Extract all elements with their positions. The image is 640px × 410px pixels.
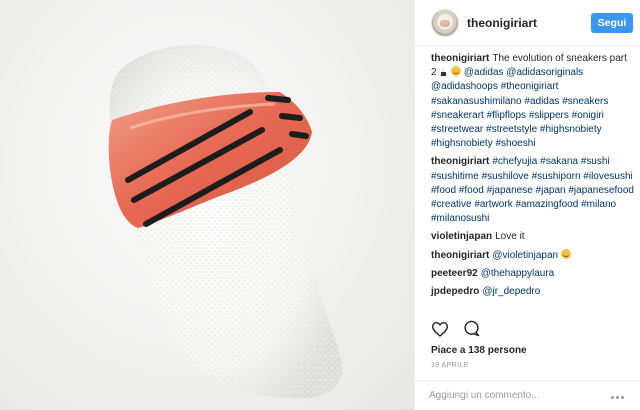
caption-tags[interactable]: @adidas @adidasoriginals @adidashoops #t… — [431, 67, 608, 149]
author-username[interactable]: theonigiriart — [467, 16, 537, 30]
post-sidebar: theonigiriart Segui theonigiriart The evo… — [414, 0, 640, 410]
comment-text[interactable]: @violetinjapan — [492, 250, 558, 261]
add-comment-input[interactable] — [429, 387, 589, 403]
post-header: theonigiriart Segui — [415, 0, 640, 46]
onigiri-emoji — [439, 67, 448, 77]
comment-item: theonigiriart #chefyujia #sakana #sushi #… — [431, 155, 635, 226]
comment-text: Love it — [495, 231, 525, 243]
comment-username[interactable]: jpdepedro — [431, 286, 479, 297]
caption-username[interactable]: theonigiriart — [431, 53, 489, 64]
caption: theonigiriart The evolution of sneakers p… — [431, 52, 635, 151]
comment-icon[interactable] — [463, 320, 480, 342]
comment-item: theonigiriart @violetinjapan — [431, 248, 635, 263]
follow-button[interactable]: Segui — [591, 13, 633, 33]
comment-item: violetinjapan Love it — [431, 230, 635, 244]
action-bar — [431, 320, 490, 340]
comment-username[interactable]: theonigiriart — [431, 156, 489, 167]
instagram-post: theonigiriart Segui theonigiriart The evo… — [0, 0, 640, 410]
sushi-image — [108, 45, 342, 399]
comment-username[interactable]: theonigiriart — [431, 250, 489, 261]
comment-username[interactable]: violetinjapan — [431, 231, 492, 242]
heart-icon[interactable] — [431, 321, 449, 342]
comment-username[interactable]: peeteer92 — [431, 268, 478, 279]
post-photo[interactable] — [0, 0, 414, 410]
more-options-icon[interactable] — [611, 389, 631, 401]
comment-text[interactable]: @thehappylaura — [481, 268, 555, 279]
comment-item: jpdepedro @jr_depedro — [431, 285, 635, 299]
post-date[interactable]: 19 APRILE — [431, 362, 469, 369]
comment-list: theonigiriart The evolution of sneakers p… — [431, 52, 635, 303]
like-count[interactable]: Piace a 138 persone — [431, 345, 527, 356]
comment-item: peeteer92 @thehappylaura — [431, 267, 635, 281]
avatar[interactable] — [431, 9, 459, 37]
comment-text[interactable]: @jr_depedro — [482, 286, 540, 297]
smile-emoji — [560, 248, 571, 259]
add-comment-bar — [415, 380, 640, 410]
smile-emoji — [451, 66, 462, 77]
